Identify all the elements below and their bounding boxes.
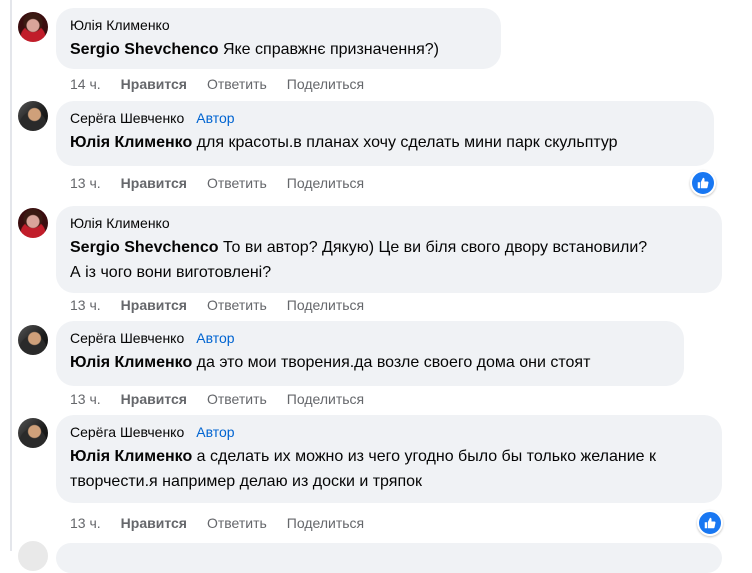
avatar[interactable] <box>18 12 48 42</box>
like-button[interactable]: Нравится <box>121 297 187 313</box>
share-button[interactable]: Поделиться <box>287 175 364 191</box>
reply-button[interactable]: Ответить <box>207 76 267 92</box>
comment-time[interactable]: 13 ч. <box>70 515 101 531</box>
comment-author[interactable]: Юлія Клименко <box>70 215 170 231</box>
comment-author[interactable]: Серёга Шевченко <box>70 330 184 346</box>
comment-mention[interactable]: Юлія Клименко <box>70 134 192 151</box>
comment-actions: 14 ч. Нравится Ответить Поделиться <box>70 76 384 92</box>
share-button[interactable]: Поделиться <box>287 515 364 531</box>
like-button[interactable]: Нравится <box>121 515 187 531</box>
reaction-count[interactable] <box>690 170 716 196</box>
comment-actions: 13 ч. Нравится Ответить Поделиться <box>70 175 384 191</box>
reply-button[interactable]: Ответить <box>207 297 267 313</box>
comment-actions: 13 ч. Нравится Ответить Поделиться <box>70 297 384 313</box>
comment-bubble: Серёга Шевченко Автор Юлія Клименко а сде… <box>56 415 722 503</box>
comment-time[interactable]: 13 ч. <box>70 391 101 407</box>
share-button[interactable]: Поделиться <box>287 391 364 407</box>
comment-actions: 13 ч. Нравится Ответить Поделиться <box>70 391 384 407</box>
avatar[interactable] <box>18 208 48 238</box>
comment-time[interactable]: 14 ч. <box>70 76 101 92</box>
thumbs-up-icon <box>704 517 716 529</box>
reply-button[interactable]: Ответить <box>207 515 267 531</box>
thread-line <box>10 0 12 551</box>
avatar[interactable] <box>18 541 48 571</box>
comment-text: Яке справжнє призначення?) <box>218 41 439 58</box>
avatar[interactable] <box>18 101 48 131</box>
reaction-count[interactable] <box>697 510 723 536</box>
comment-author[interactable]: Юлія Клименко <box>70 17 170 33</box>
comment-actions: 13 ч. Нравится Ответить Поделиться <box>70 515 384 531</box>
comment-mention[interactable]: Sergio Shevchenco <box>70 41 219 58</box>
author-badge: Автор <box>196 424 235 440</box>
comment-time[interactable]: 13 ч. <box>70 297 101 313</box>
comment-text: да это мои творения.да возле своего дома… <box>192 354 591 371</box>
author-badge: Автор <box>196 110 235 126</box>
share-button[interactable]: Поделиться <box>287 297 364 313</box>
comment-time[interactable]: 13 ч. <box>70 175 101 191</box>
like-button[interactable]: Нравится <box>121 391 187 407</box>
comment-mention[interactable]: Юлія Клименко <box>70 448 192 465</box>
reply-button[interactable]: Ответить <box>207 391 267 407</box>
comment-author[interactable]: Серёга Шевченко <box>70 424 184 440</box>
comment-bubble: Юлія Клименко Sergio Shevchenco Яке спра… <box>56 8 501 69</box>
like-button[interactable]: Нравится <box>121 76 187 92</box>
comment-bubble: Юлія Клименко Sergio Shevchenco То ви ав… <box>56 206 722 293</box>
thumbs-up-icon <box>697 177 709 189</box>
reply-button[interactable]: Ответить <box>207 175 267 191</box>
comment-bubble: Серёга Шевченко Автор Юлія Клименко да эт… <box>56 321 684 386</box>
like-button[interactable]: Нравится <box>121 175 187 191</box>
author-badge: Автор <box>196 330 235 346</box>
comment-author[interactable]: Серёга Шевченко <box>70 110 184 126</box>
share-button[interactable]: Поделиться <box>287 76 364 92</box>
comment-bubble: Серёга Шевченко Автор Юлія Клименко для к… <box>56 101 714 166</box>
comment-text: для красоты.в планах хочу сделать мини п… <box>192 134 618 151</box>
avatar[interactable] <box>18 418 48 448</box>
comment-bubble <box>56 543 722 573</box>
avatar[interactable] <box>18 325 48 355</box>
comment-mention[interactable]: Юлія Клименко <box>70 354 192 371</box>
comment-mention[interactable]: Sergio Shevchenco <box>70 239 219 256</box>
